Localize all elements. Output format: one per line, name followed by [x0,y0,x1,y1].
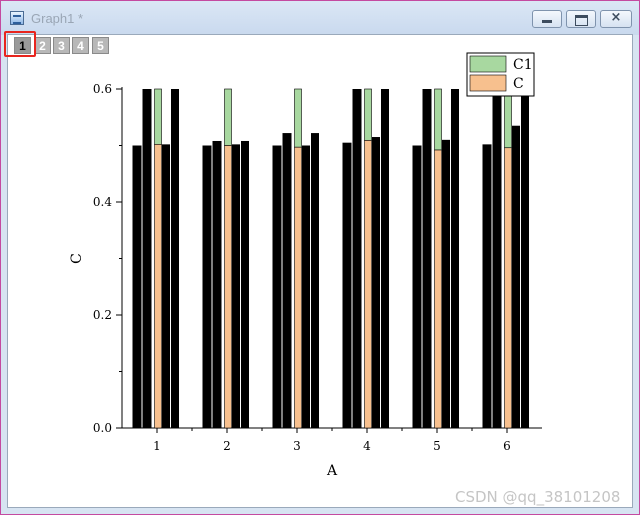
x-tick-label: 4 [363,439,371,453]
bar-c [224,145,232,429]
bar-c [504,147,512,429]
bar-other [492,89,502,428]
bar-other [521,89,529,428]
bar-c [154,144,162,429]
y-tick-label: 0.0 [93,421,112,435]
bar-c1 [294,88,302,148]
legend-swatch [469,74,507,92]
bar-other [342,142,352,429]
graph-window: Graph1 * × 1 2 3 4 5 0.0 0.2 0.4 0.6 1 2 3 4 5 6 A… [0,0,640,515]
bar-other [372,137,380,428]
bar-other [311,133,319,428]
bar-other [422,89,432,428]
bar-chart[interactable]: 0.0 0.2 0.4 0.6 1 2 3 4 5 6 A C C1 C [1,1,639,514]
bar-c1 [504,88,512,149]
x-tick-label: 5 [433,439,441,453]
y-tick-label: 0.2 [93,308,112,322]
bar-other [352,89,362,428]
bar-other [272,145,282,428]
bar-other [512,125,520,428]
y-tick-label: 0.6 [93,82,112,96]
bar-c [364,140,372,429]
bar-other [451,89,459,428]
bar-other [171,89,179,428]
x-tick-label: 1 [153,439,161,453]
bar-c [294,146,302,429]
y-axis-title: C [69,253,85,264]
bar-other [232,144,240,428]
bar-other [482,144,492,428]
bar-c1 [224,88,232,146]
bar-other [442,139,450,428]
bar-c1 [364,88,372,141]
legend-label: C [513,76,524,92]
x-tick-label: 3 [293,439,301,453]
watermark: CSDN @qq_38101208 [455,488,621,506]
x-tick-label: 6 [503,439,511,453]
bar-c1 [154,88,162,145]
x-axis-title: A [326,463,338,479]
bar-other [202,145,212,428]
bar-c1 [434,88,442,151]
bar-other [241,140,249,429]
y-tick-label: 0.4 [93,195,112,209]
bar-other [412,145,422,428]
bar-other [212,140,222,429]
x-tick-label: 2 [223,439,231,453]
bar-other [302,145,310,428]
legend-label: C1 [513,57,533,73]
bar-other [162,144,170,428]
legend-swatch [469,55,507,73]
bar-other [132,145,142,428]
bar-other [282,133,292,428]
bar-other [381,89,389,428]
bar-c [434,149,442,429]
bar-other [142,89,152,428]
